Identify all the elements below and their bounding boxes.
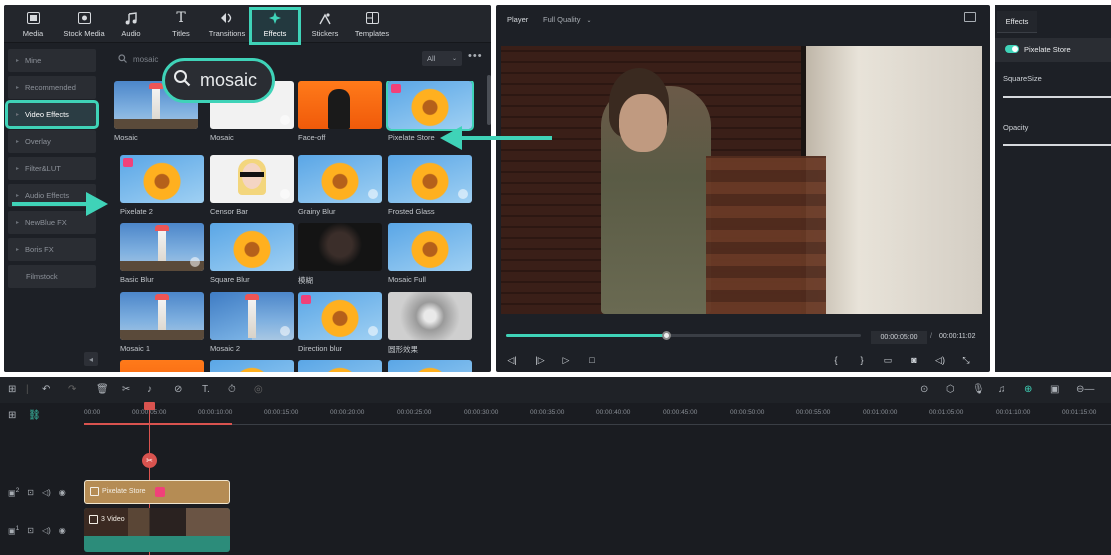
annotation-arrows (12, 126, 552, 216)
app-window: Media Stock Media Audio T Titles Transit… (0, 0, 1111, 555)
